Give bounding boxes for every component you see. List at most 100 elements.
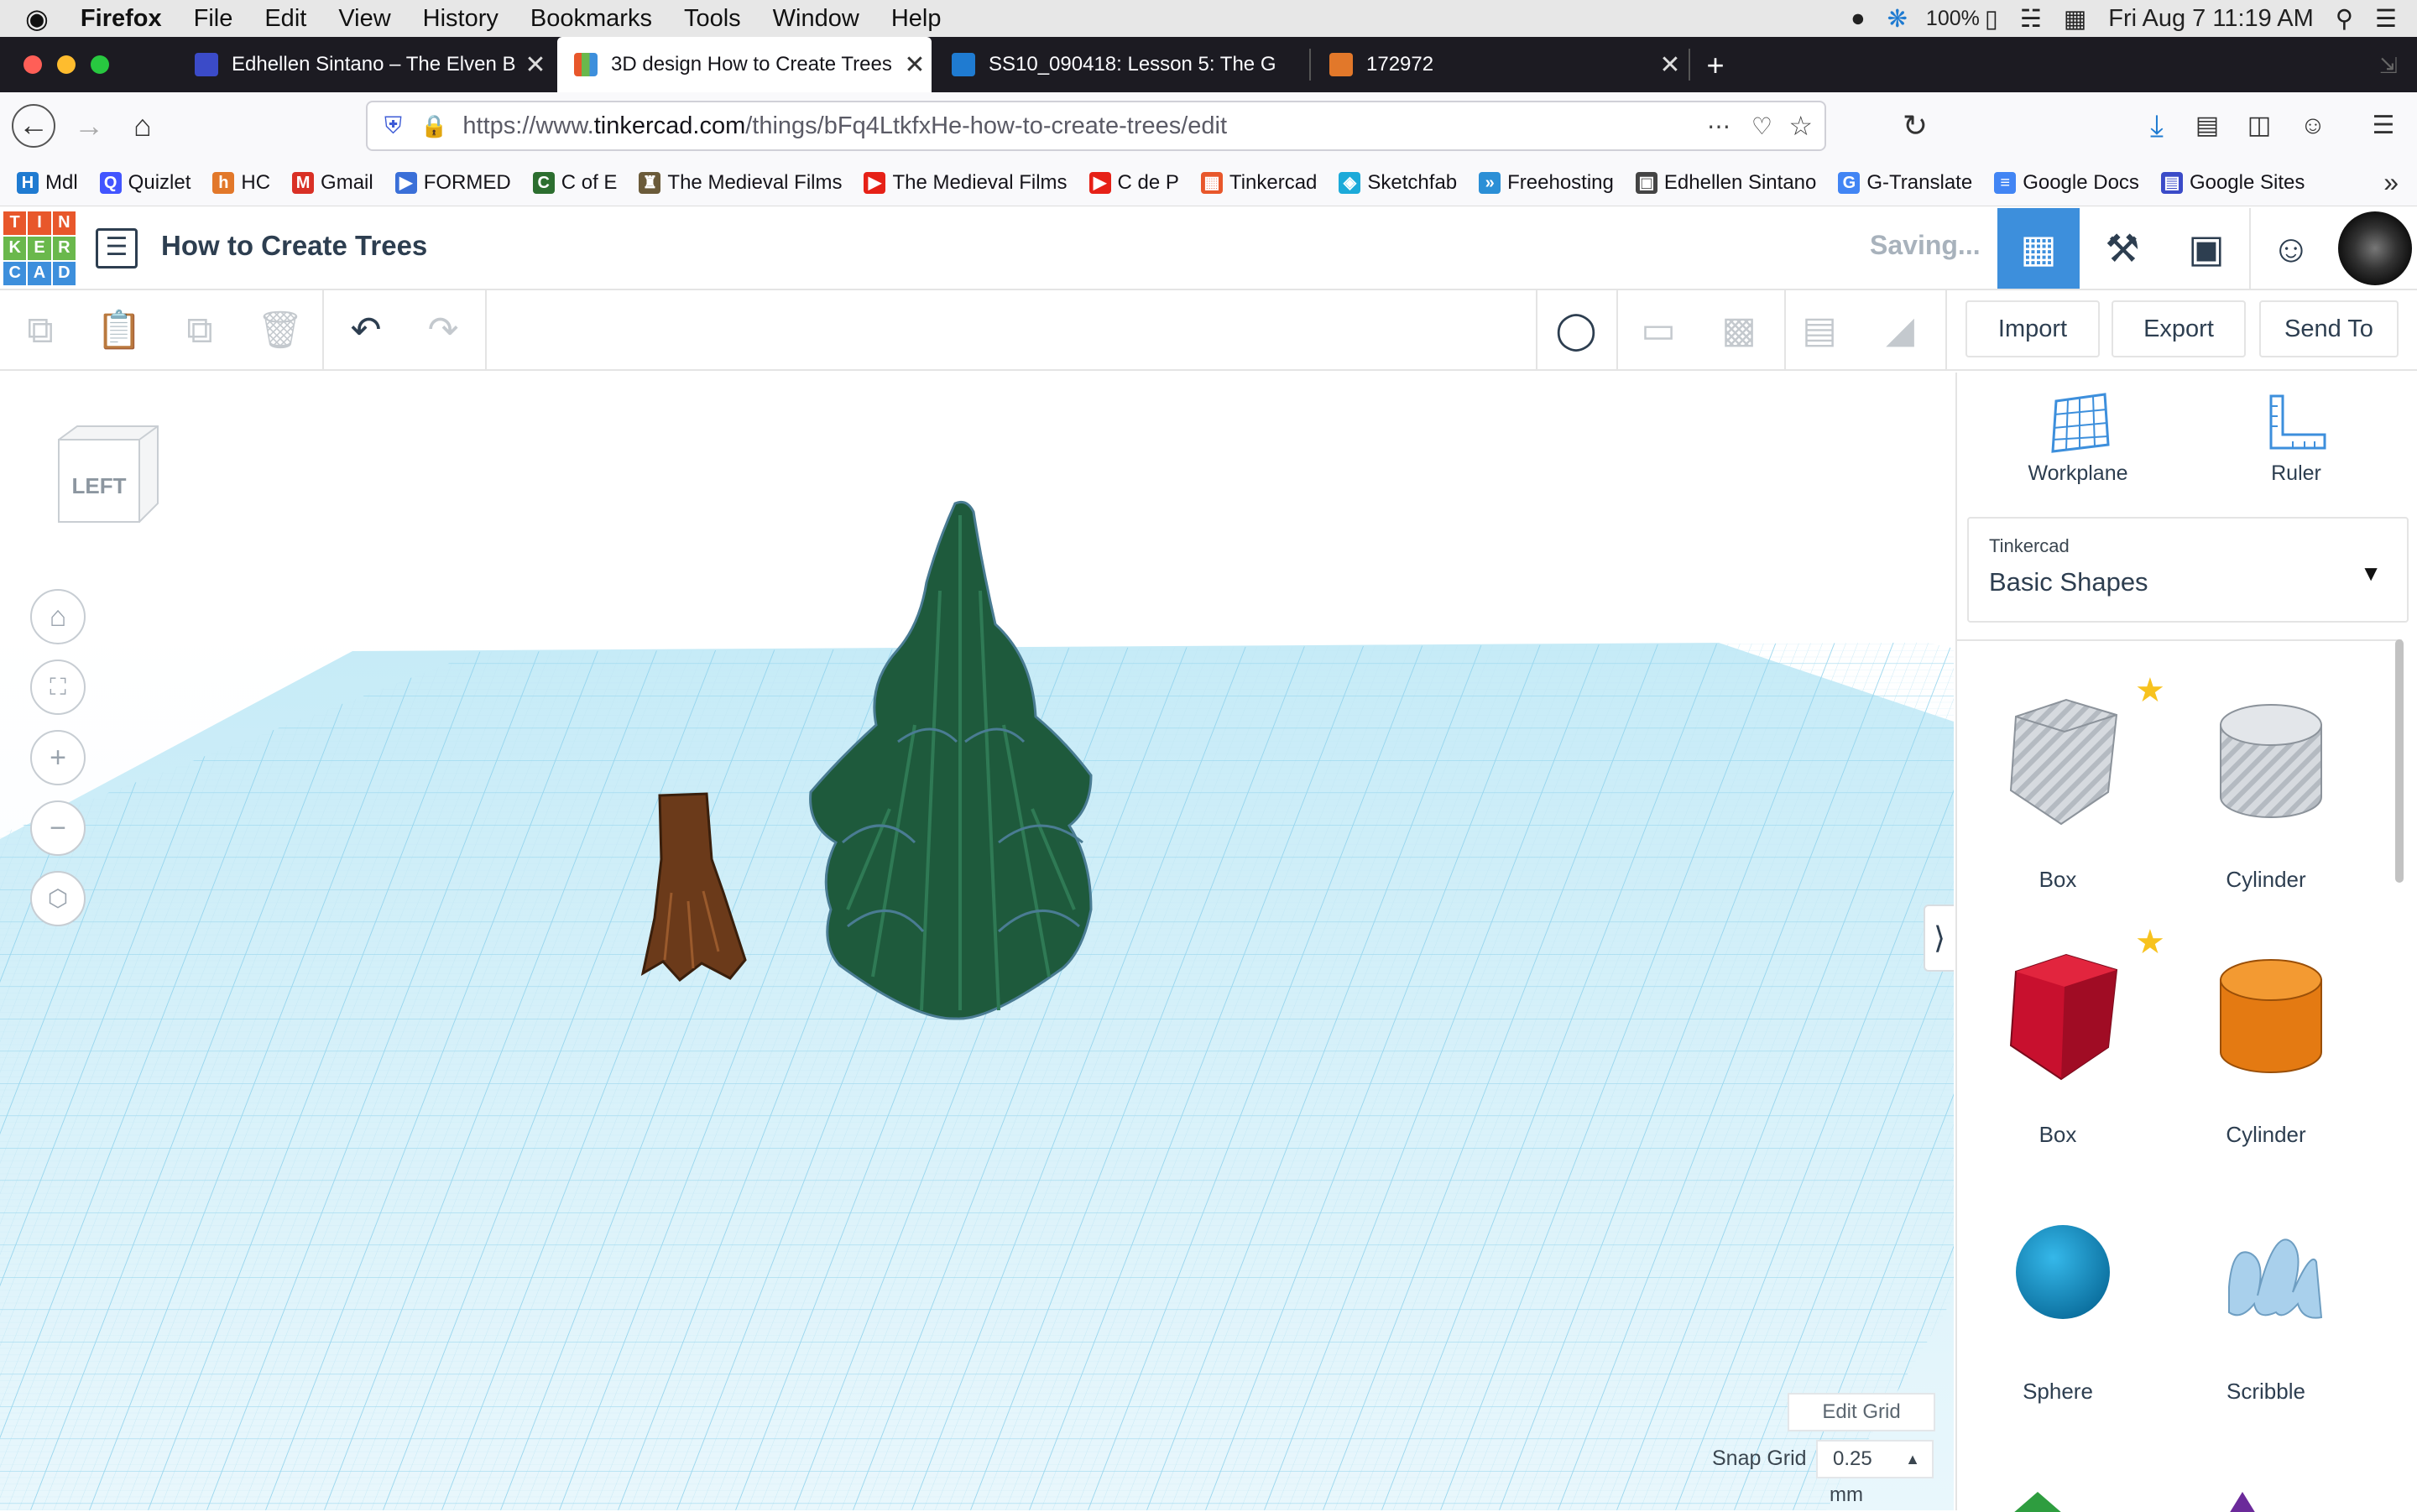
back-arrow-icon[interactable]: ← (12, 104, 55, 148)
redo-icon[interactable]: ↷ (420, 307, 467, 354)
shape-box[interactable]: Box (1965, 930, 2150, 1148)
list-all-tabs-icon[interactable]: ⇲ (2367, 44, 2410, 87)
menu-app-name[interactable]: Firefox (81, 5, 162, 33)
shape-scribble[interactable]: Scribble (2174, 1186, 2358, 1405)
snap-grid-select[interactable]: 0.25 ▲ (1816, 1440, 1934, 1478)
tab-edhellen[interactable]: Edhellen Sintano – The Elven B ✕ (178, 37, 552, 92)
undo-icon[interactable]: ↶ (342, 307, 389, 354)
page-actions-icon[interactable]: ⋯ (1707, 112, 1731, 140)
reload-icon[interactable]: ↻ (1893, 104, 1937, 148)
fit-all-icon[interactable]: ⛶ (30, 660, 86, 715)
tab-172972[interactable]: 172972 ✕ (1313, 37, 1687, 92)
group-icon[interactable]: ▭ (1635, 307, 1682, 354)
workplane-tool[interactable]: Workplane (1994, 389, 2162, 486)
menu-file[interactable]: File (194, 5, 233, 33)
import-button[interactable]: Import (1965, 300, 2100, 357)
view-cube[interactable]: LEFT (52, 423, 161, 549)
3d-workplane-viewport[interactable]: LEFT ⌂ ⛶ + − ⬡ ⟩ Edit Grid Snap Grid 0.2… (0, 373, 1954, 1510)
malwarebytes-icon[interactable]: ● (1851, 5, 1866, 33)
bricks-icon[interactable]: ▣ (2165, 208, 2247, 289)
design-title[interactable]: How to Create Trees (161, 230, 427, 262)
shape-cylinder-hole[interactable]: Cylinder (2174, 675, 2358, 893)
bookmark-freehosting[interactable]: » Freehosting (1479, 171, 1614, 195)
mirror-icon[interactable]: ◢ (1877, 307, 1924, 354)
bookmark-gmail[interactable]: M Gmail (292, 171, 373, 195)
favorite-star-icon[interactable]: ★ (2135, 671, 2165, 710)
shape-box-hole[interactable]: Box (1965, 675, 2150, 893)
dropbox-icon[interactable]: ❋ (1887, 4, 1908, 34)
tracking-protection-shield-icon[interactable]: ⛨ (384, 112, 402, 140)
roof-shape-partial-icon[interactable] (2004, 1489, 2071, 1512)
calendar-icon[interactable]: ▦ (2064, 4, 2086, 34)
menubar-clock[interactable]: Fri Aug 7 11:19 AM (2108, 5, 2314, 33)
app-menu-hamburger-icon[interactable]: ☰ (2362, 104, 2405, 148)
window-zoom-button[interactable] (91, 55, 109, 74)
design-list-icon[interactable]: ☰ (96, 228, 138, 269)
menu-edit[interactable]: Edit (264, 5, 306, 33)
menu-window[interactable]: Window (773, 5, 859, 33)
notification-center-icon[interactable]: ☰ (2375, 4, 2397, 34)
shape-cylinder[interactable]: Cylinder (2174, 930, 2358, 1148)
apple-menu-icon[interactable]: ◉ (25, 3, 49, 34)
pyramid-shape-partial-icon[interactable] (2209, 1489, 2276, 1512)
add-user-icon[interactable]: ☺ (2249, 208, 2331, 289)
bookmark-google-sites[interactable]: ▤ Google Sites (2160, 171, 2305, 195)
pine-tree-model[interactable] (809, 500, 1093, 1020)
menu-history[interactable]: History (423, 5, 499, 33)
bookmark-hc[interactable]: h HC (212, 171, 270, 195)
bookmark-formed[interactable]: ▶ FORMED (394, 171, 511, 195)
close-tab-icon[interactable]: ✕ (898, 50, 932, 80)
downloads-icon[interactable]: ⤓ (2135, 104, 2179, 148)
home-icon[interactable]: ⌂ (121, 104, 164, 148)
shape-library-dropdown[interactable]: Tinkercad Basic Shapes ▼ (1967, 517, 2409, 623)
workplane-grid[interactable] (0, 373, 1954, 1510)
ungroup-icon[interactable]: ▩ (1715, 307, 1762, 354)
menu-tools[interactable]: Tools (684, 5, 741, 33)
library-icon[interactable]: ▤ (2185, 104, 2229, 148)
align-icon[interactable]: ▤ (1796, 307, 1843, 354)
spotlight-search-icon[interactable]: ⚲ (2336, 4, 2353, 34)
url-bar[interactable]: ⛨ 🔒 https://www.tinkercad.com/things/bFq… (366, 101, 1826, 151)
perspective-toggle-icon[interactable]: ⬡ (30, 871, 86, 926)
tab-ss10-lesson[interactable]: SS10_090418: Lesson 5: The G (935, 37, 1309, 92)
account-icon[interactable]: ☺ (2291, 104, 2335, 148)
home-view-icon[interactable]: ⌂ (30, 589, 86, 644)
delete-trash-icon[interactable]: 🗑 (257, 307, 304, 354)
shape-panel-scrollbar[interactable] (2395, 639, 2404, 883)
tinkercad-logo[interactable]: T I N K E R C A D (3, 211, 76, 285)
copy-icon[interactable]: ⧉ (17, 307, 64, 354)
paste-clipboard-icon[interactable]: 📋 (96, 307, 143, 354)
window-close-button[interactable] (23, 55, 42, 74)
padlock-icon[interactable]: 🔒 (420, 113, 447, 139)
send-to-button[interactable]: Send To (2259, 300, 2399, 357)
3d-view-grid-icon[interactable]: ▦ (1997, 208, 2080, 289)
tab-tinkercad-design[interactable]: 3D design How to Create Trees ✕ (557, 37, 932, 92)
pocket-icon[interactable]: ♡ (1751, 112, 1772, 140)
edit-grid-button[interactable]: Edit Grid (1788, 1393, 1935, 1431)
export-button[interactable]: Export (2112, 300, 2246, 357)
bookmark-sketchfab[interactable]: ◈ Sketchfab (1339, 171, 1457, 195)
bookmark-c-of-e[interactable]: C C of E (532, 171, 617, 195)
favorite-star-icon[interactable]: ★ (2135, 923, 2165, 962)
forward-arrow-icon[interactable]: → (67, 104, 111, 148)
bookmark-google-docs[interactable]: ≡ Google Docs (1994, 171, 2139, 195)
zoom-out-icon[interactable]: − (30, 800, 86, 856)
close-tab-icon[interactable]: ✕ (519, 50, 552, 80)
sidebar-toggle-icon[interactable]: ◫ (2237, 104, 2281, 148)
bookmark-mdl[interactable]: H Mdl (17, 171, 78, 195)
window-minimize-button[interactable] (57, 55, 76, 74)
avatar[interactable] (2335, 208, 2415, 289)
bookmark-c-de-p[interactable]: ▶ C de P (1088, 171, 1179, 195)
battery-icon[interactable]: ▯ (1985, 4, 1998, 34)
menu-help[interactable]: Help (891, 5, 942, 33)
zoom-in-icon[interactable]: + (30, 730, 86, 785)
menu-view[interactable]: View (338, 5, 390, 33)
bookmark-star-icon[interactable]: ☆ (1788, 110, 1813, 142)
bookmark-medieval-films-2[interactable]: ▶ The Medieval Films (864, 171, 1068, 195)
bookmark-tinkercad[interactable]: ▦ Tinkercad (1200, 171, 1317, 195)
duplicate-icon[interactable]: ⧉ (176, 307, 223, 354)
notes-lightbulb-icon[interactable]: ◯ (1553, 307, 1600, 354)
bookmark-edhellen-sintano[interactable]: ▣ Edhellen Sintano (1635, 171, 1816, 195)
url-text[interactable]: https://www.tinkercad.com/things/bFq4Ltk… (462, 112, 1227, 140)
close-tab-icon[interactable]: ✕ (1653, 50, 1687, 80)
